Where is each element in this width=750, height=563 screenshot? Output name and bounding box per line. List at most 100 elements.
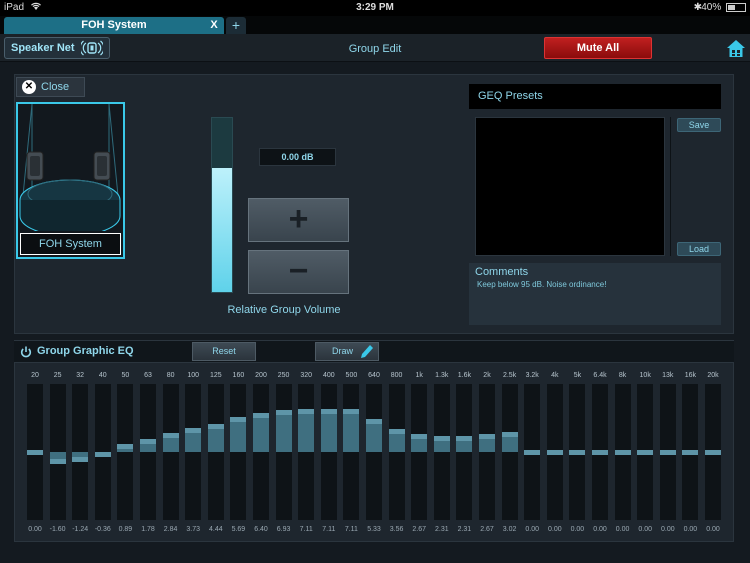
eq-band[interactable]: 3.2k 0.00 bbox=[521, 363, 543, 543]
eq-band[interactable]: 1.3k 2.31 bbox=[431, 363, 453, 543]
eq-slider-handle[interactable] bbox=[659, 449, 676, 455]
eq-slider-track[interactable] bbox=[479, 384, 495, 520]
eq-slider-handle[interactable] bbox=[411, 434, 428, 440]
eq-slider-handle[interactable] bbox=[117, 444, 134, 450]
load-preset-button[interactable]: Load bbox=[677, 242, 721, 256]
eq-slider-handle[interactable] bbox=[140, 439, 156, 445]
eq-slider-handle[interactable] bbox=[275, 410, 292, 416]
eq-slider-track[interactable] bbox=[117, 384, 134, 520]
close-button[interactable]: ✕ Close bbox=[16, 77, 85, 97]
eq-band[interactable]: 5k 0.00 bbox=[566, 363, 588, 543]
eq-band[interactable]: 13k 0.00 bbox=[657, 363, 679, 543]
eq-slider-handle[interactable] bbox=[253, 413, 269, 419]
eq-slider-handle[interactable] bbox=[185, 428, 202, 434]
eq-band[interactable]: 40 -0.36 bbox=[92, 363, 114, 543]
home-icon[interactable] bbox=[726, 38, 746, 58]
eq-slider-handle[interactable] bbox=[207, 424, 224, 430]
eq-slider-handle[interactable] bbox=[388, 429, 405, 435]
eq-slider-track[interactable] bbox=[411, 384, 428, 520]
eq-band[interactable]: 800 3.56 bbox=[386, 363, 408, 543]
eq-band[interactable]: 160 5.69 bbox=[227, 363, 249, 543]
eq-band[interactable]: 100 3.73 bbox=[182, 363, 204, 543]
eq-slider-handle[interactable] bbox=[592, 449, 608, 455]
eq-slider-track[interactable] bbox=[366, 384, 382, 520]
eq-band[interactable]: 20k 0.00 bbox=[702, 363, 724, 543]
eq-slider-handle[interactable] bbox=[433, 436, 450, 442]
eq-slider-handle[interactable] bbox=[298, 409, 315, 415]
eq-slider-track[interactable] bbox=[343, 384, 360, 520]
eq-slider-handle[interactable] bbox=[546, 449, 563, 455]
eq-slider-track[interactable] bbox=[320, 384, 337, 520]
eq-band[interactable]: 1k 2.67 bbox=[408, 363, 430, 543]
eq-slider-handle[interactable] bbox=[705, 449, 721, 455]
eq-reset-button[interactable]: Reset bbox=[192, 342, 256, 361]
eq-band[interactable]: 250 6.93 bbox=[273, 363, 295, 543]
eq-slider-track[interactable] bbox=[207, 384, 224, 520]
eq-band[interactable]: 640 5.33 bbox=[363, 363, 385, 543]
eq-slider-handle[interactable] bbox=[27, 449, 43, 455]
eq-slider-track[interactable] bbox=[253, 384, 269, 520]
eq-slider-track[interactable] bbox=[230, 384, 247, 520]
eq-slider-track[interactable] bbox=[456, 384, 473, 520]
eq-band[interactable]: 80 2.84 bbox=[160, 363, 182, 543]
eq-slider-track[interactable] bbox=[433, 384, 450, 520]
power-icon[interactable] bbox=[20, 345, 32, 358]
eq-slider-track[interactable] bbox=[185, 384, 202, 520]
eq-band[interactable]: 10k 0.00 bbox=[634, 363, 656, 543]
eq-band[interactable]: 2.5k 3.02 bbox=[499, 363, 521, 543]
tab-close-button[interactable]: X bbox=[206, 17, 222, 34]
eq-slider-handle[interactable] bbox=[49, 458, 66, 464]
eq-slider-handle[interactable] bbox=[456, 436, 473, 442]
eq-slider-handle[interactable] bbox=[320, 409, 337, 415]
eq-band[interactable]: 500 7.11 bbox=[340, 363, 362, 543]
eq-slider-handle[interactable] bbox=[614, 449, 631, 455]
eq-band[interactable]: 4k 0.00 bbox=[544, 363, 566, 543]
eq-band[interactable]: 2k 2.67 bbox=[476, 363, 498, 543]
group-thumbnail[interactable]: FOH System bbox=[16, 102, 125, 259]
eq-slider-handle[interactable] bbox=[230, 417, 247, 423]
comments-box[interactable]: Comments Keep below 95 dB. Noise ordinan… bbox=[469, 263, 721, 325]
eq-band[interactable]: 32 -1.24 bbox=[69, 363, 91, 543]
eq-slider-handle[interactable] bbox=[72, 456, 89, 462]
eq-band[interactable]: 200 6.40 bbox=[250, 363, 272, 543]
eq-band[interactable]: 125 4.44 bbox=[205, 363, 227, 543]
eq-band[interactable]: 16k 0.00 bbox=[679, 363, 701, 543]
tab-bar: FOH System X + bbox=[0, 16, 750, 34]
save-preset-button[interactable]: Save bbox=[677, 118, 721, 132]
presets-list[interactable] bbox=[475, 117, 665, 256]
eq-slider-handle[interactable] bbox=[524, 449, 541, 455]
volume-up-button[interactable]: + bbox=[248, 198, 349, 242]
eq-draw-button[interactable]: Draw bbox=[315, 342, 379, 361]
eq-band[interactable]: 50 0.89 bbox=[114, 363, 136, 543]
tab-foh-system[interactable]: FOH System bbox=[4, 17, 224, 34]
eq-slider-handle[interactable] bbox=[343, 409, 360, 415]
eq-slider-track[interactable] bbox=[388, 384, 405, 520]
volume-meter[interactable] bbox=[211, 117, 233, 293]
eq-band[interactable]: 400 7.11 bbox=[318, 363, 340, 543]
eq-slider-handle[interactable] bbox=[682, 449, 699, 455]
eq-slider-handle[interactable] bbox=[637, 449, 654, 455]
eq-slider-track[interactable] bbox=[275, 384, 292, 520]
eq-band[interactable]: 63 1.78 bbox=[137, 363, 159, 543]
eq-slider-handle[interactable] bbox=[366, 419, 382, 425]
eq-slider-track[interactable] bbox=[162, 384, 179, 520]
eq-slider-track[interactable] bbox=[501, 384, 518, 520]
mute-all-button[interactable]: Mute All bbox=[544, 37, 652, 59]
eq-slider-track[interactable] bbox=[140, 384, 156, 520]
eq-slider-handle[interactable] bbox=[479, 434, 495, 440]
eq-slider-handle[interactable] bbox=[501, 432, 518, 438]
eq-slider-handle[interactable] bbox=[162, 433, 179, 439]
eq-slider-track[interactable] bbox=[298, 384, 315, 520]
eq-band[interactable]: 20 0.00 bbox=[24, 363, 46, 543]
eq-slider-handle[interactable] bbox=[94, 451, 111, 457]
add-tab-button[interactable]: + bbox=[226, 17, 246, 34]
eq-band[interactable]: 1.6k 2.31 bbox=[453, 363, 475, 543]
eq-gain-bar bbox=[298, 411, 315, 452]
eq-band[interactable]: 6.4k 0.00 bbox=[589, 363, 611, 543]
eq-slider-handle[interactable] bbox=[569, 449, 586, 455]
eq-band[interactable]: 320 7.11 bbox=[295, 363, 317, 543]
eq-band[interactable]: 25 -1.60 bbox=[47, 363, 69, 543]
volume-down-button[interactable]: − bbox=[248, 250, 349, 294]
eq-band[interactable]: 8k 0.00 bbox=[612, 363, 634, 543]
eq-draw-label: Draw bbox=[332, 346, 354, 356]
